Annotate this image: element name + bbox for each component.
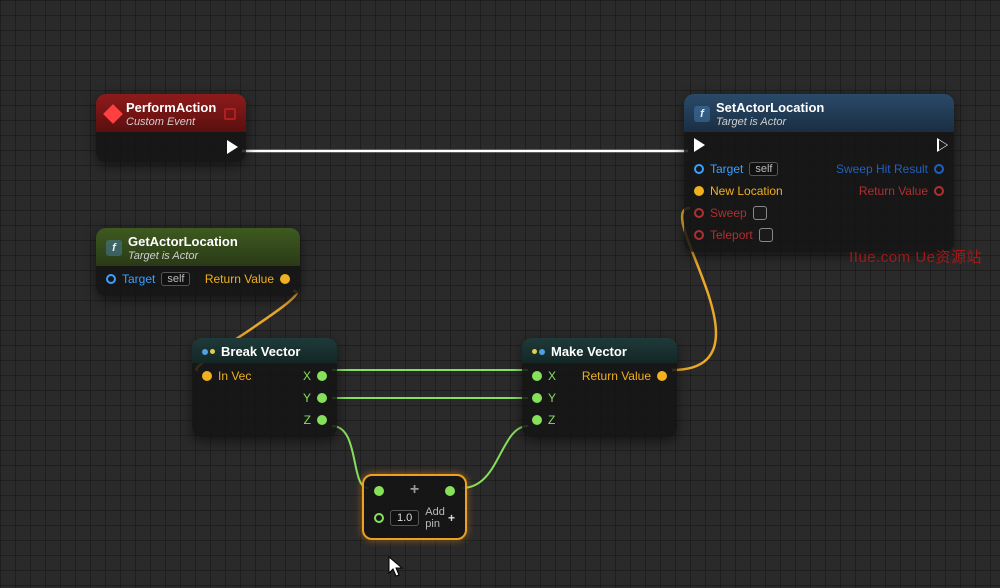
pin-label: In Vec <box>218 369 251 383</box>
node-header: Make Vector <box>522 338 677 363</box>
node-header: PerformAction Custom Event <box>96 94 246 132</box>
node-break-vector[interactable]: Break Vector In Vec X Y Z <box>192 338 337 437</box>
pin-label: X <box>548 369 556 383</box>
function-icon: f <box>106 240 122 256</box>
node-header: f SetActorLocation Target is Actor <box>684 94 954 132</box>
pin-target[interactable]: Target self <box>694 162 783 176</box>
sweep-checkbox[interactable] <box>753 206 767 220</box>
pin-label: Return Value <box>582 369 651 383</box>
watermark-text: IIue.com Ue资源站 <box>849 246 982 267</box>
pin-out-y[interactable]: Y <box>303 391 327 405</box>
node-title: Break Vector <box>221 344 301 359</box>
target-self-value[interactable]: self <box>749 162 778 176</box>
node-subtitle: Target is Actor <box>716 117 944 128</box>
pin-sweep-hit-result[interactable]: Sweep Hit Result <box>836 162 944 176</box>
break-icon <box>202 349 215 355</box>
node-title: Make Vector <box>551 344 627 359</box>
pin-label: Return Value <box>205 272 274 286</box>
pin-in-z[interactable]: Z <box>532 413 556 427</box>
pin-sweep[interactable]: Sweep <box>694 206 783 220</box>
pin-label: Return Value <box>859 184 928 198</box>
target-self-value[interactable]: self <box>161 272 190 286</box>
node-header: f GetActorLocation Target is Actor <box>96 228 300 266</box>
input-value-b[interactable]: 1.0 <box>390 510 419 526</box>
node-add-float[interactable]: + 1.0 Add pin + <box>362 474 467 540</box>
add-pin-label: Add pin <box>425 506 446 530</box>
node-subtitle: Target is Actor <box>128 251 290 262</box>
event-icon <box>103 104 123 124</box>
pin-label: Teleport <box>710 228 753 242</box>
exec-in-pin[interactable] <box>694 138 705 152</box>
pin-label: Target <box>710 162 743 176</box>
node-title: SetActorLocation <box>716 100 824 115</box>
pin-out-x[interactable]: X <box>303 369 327 383</box>
pin-in-b[interactable] <box>374 513 384 523</box>
pin-label: New Location <box>710 184 783 198</box>
plus-icon: + <box>410 481 419 499</box>
pin-out[interactable] <box>445 486 455 496</box>
pin-teleport[interactable]: Teleport <box>694 228 783 242</box>
node-perform-action[interactable]: PerformAction Custom Event <box>96 94 246 162</box>
node-subtitle: Custom Event <box>126 117 218 128</box>
make-icon <box>532 349 545 355</box>
exec-out-pin[interactable] <box>939 138 950 152</box>
add-pin-button[interactable]: + <box>448 511 455 525</box>
pin-return-value[interactable]: Return Value <box>859 184 944 198</box>
teleport-checkbox[interactable] <box>759 228 773 242</box>
pin-label: Sweep Hit Result <box>836 162 928 176</box>
pin-in-vec[interactable]: In Vec <box>202 369 251 383</box>
delegate-pin[interactable] <box>224 108 236 120</box>
node-header: Break Vector <box>192 338 337 363</box>
mouse-cursor-icon <box>388 556 404 578</box>
pin-in-x[interactable]: X <box>532 369 556 383</box>
pin-return-value[interactable]: Return Value <box>582 369 667 383</box>
node-title: GetActorLocation <box>128 234 238 249</box>
node-get-actor-location[interactable]: f GetActorLocation Target is Actor Targe… <box>96 228 300 296</box>
pin-label: X <box>303 369 311 383</box>
pin-return-value[interactable]: Return Value <box>205 272 290 286</box>
exec-out-pin[interactable] <box>227 140 238 154</box>
node-make-vector[interactable]: Make Vector X Y Z Return Value <box>522 338 677 437</box>
node-set-actor-location[interactable]: f SetActorLocation Target is Actor Targe… <box>684 94 954 252</box>
node-title: PerformAction <box>126 100 216 115</box>
pin-target[interactable]: Target self <box>106 272 190 286</box>
pin-label: Y <box>548 391 556 405</box>
pin-label: Sweep <box>710 206 747 220</box>
pin-label: Z <box>304 413 311 427</box>
pin-in-y[interactable]: Y <box>532 391 556 405</box>
pin-label: Z <box>548 413 555 427</box>
pin-label: Target <box>122 272 155 286</box>
pin-new-location[interactable]: New Location <box>694 184 783 198</box>
pin-out-z[interactable]: Z <box>304 413 327 427</box>
pin-label: Y <box>303 391 311 405</box>
pin-in-a[interactable] <box>374 486 384 496</box>
function-icon: f <box>694 106 710 122</box>
